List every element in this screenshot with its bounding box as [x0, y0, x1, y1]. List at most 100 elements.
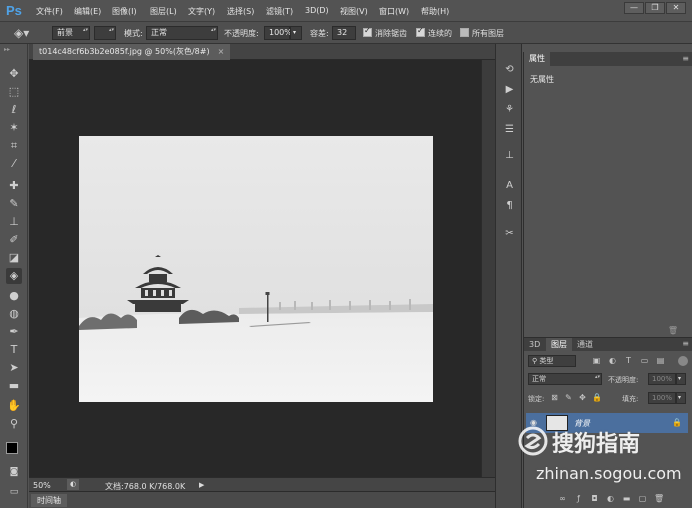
- rectangle-shape-icon[interactable]: ▬: [6, 378, 22, 394]
- actions-panel-icon[interactable]: ▶: [502, 82, 517, 97]
- opacity-label: 不透明度:: [224, 29, 259, 38]
- tab-channels[interactable]: 通道: [572, 338, 598, 351]
- document-tab[interactable]: t014c48cf6b3b2e085f.jpg @ 50%(灰色/8#) ×: [33, 44, 231, 60]
- menu-edit[interactable]: 编辑(E): [74, 6, 101, 17]
- watermark-brand: 搜狗指南: [552, 432, 641, 457]
- menu-select[interactable]: 选择(S): [227, 6, 254, 17]
- layers-panel-menu-icon[interactable]: ≡: [682, 339, 689, 348]
- marquee-icon[interactable]: ⬚: [6, 84, 22, 100]
- paint-bucket-icon[interactable]: ◈: [6, 268, 22, 284]
- quick-mask-icon[interactable]: ◙: [6, 464, 22, 480]
- antialias-checkbox[interactable]: [363, 26, 372, 37]
- path-selection-icon[interactable]: ➤: [6, 360, 22, 376]
- eraser-icon[interactable]: ◪: [6, 250, 22, 266]
- menu-file[interactable]: 文件(F): [36, 6, 63, 17]
- fill-source-select[interactable]: 前景: [52, 26, 90, 40]
- menu-view[interactable]: 视图(V): [340, 6, 368, 17]
- dodge-icon[interactable]: ◍: [6, 306, 22, 322]
- tab-properties[interactable]: 属性: [524, 52, 550, 66]
- brush-presets-icon[interactable]: ⚘: [502, 102, 517, 117]
- blur-icon[interactable]: ●: [6, 288, 22, 304]
- filter-smart-object-icon[interactable]: ▤: [656, 356, 665, 365]
- clone-stamp-icon[interactable]: ⊥: [6, 214, 22, 230]
- adjustments-panel-icon[interactable]: ✂: [502, 226, 517, 241]
- foreground-color-swatch[interactable]: [6, 442, 18, 454]
- menu-type[interactable]: 文字(Y): [188, 6, 215, 17]
- filter-toggle-switch[interactable]: [678, 356, 688, 366]
- filter-shape-icon[interactable]: ▭: [640, 356, 649, 365]
- status-menu-arrow-icon[interactable]: ▶: [199, 481, 204, 489]
- history-panel-icon[interactable]: ⟲: [502, 62, 517, 77]
- blend-mode-select[interactable]: 正常: [528, 373, 602, 385]
- close-tab-icon[interactable]: ×: [218, 47, 225, 56]
- layer-opacity-dropdown-icon[interactable]: ▾: [676, 373, 686, 385]
- history-brush-icon[interactable]: ✐: [6, 232, 22, 248]
- lock-all-icon[interactable]: 🔒: [592, 393, 602, 402]
- magic-wand-icon[interactable]: ✶: [6, 120, 22, 136]
- tab-layers[interactable]: 图层: [546, 338, 572, 351]
- layer-filter-select[interactable]: ⚲ 类型: [528, 355, 576, 367]
- fill-input[interactable]: 100%: [648, 392, 676, 404]
- contiguous-label: 连续的: [428, 29, 452, 38]
- all-layers-checkbox[interactable]: [460, 28, 469, 37]
- mode-select[interactable]: 正常: [146, 26, 218, 40]
- contiguous-checkbox[interactable]: [416, 26, 425, 37]
- new-group-icon[interactable]: ▬: [622, 494, 631, 503]
- restore-button[interactable]: ❐: [645, 2, 665, 14]
- add-mask-icon[interactable]: ◘: [590, 494, 599, 503]
- zoom-icon[interactable]: ⚲: [6, 416, 22, 432]
- paint-bucket-tool-preset-icon[interactable]: ◈▾: [14, 26, 29, 40]
- timeline-tab[interactable]: 时间轴: [31, 494, 67, 507]
- zoom-level[interactable]: 50%: [33, 481, 51, 490]
- fill-dropdown-icon[interactable]: ▾: [676, 392, 686, 404]
- hand-icon[interactable]: ✋: [6, 398, 22, 414]
- filter-pixel-icon[interactable]: ▣: [592, 356, 601, 365]
- lock-position-icon[interactable]: ✥: [578, 393, 587, 402]
- brush-icon[interactable]: ✎: [6, 196, 22, 212]
- menu-layer[interactable]: 图层(L): [150, 6, 177, 17]
- close-window-button[interactable]: ✕: [666, 2, 686, 14]
- move-icon[interactable]: ✥: [6, 66, 22, 82]
- menu-help[interactable]: 帮助(H): [421, 6, 449, 17]
- pattern-select[interactable]: [94, 26, 116, 40]
- toolbar-collapse-icon[interactable]: ▸▸: [4, 46, 10, 53]
- crop-icon[interactable]: ⌗: [6, 138, 22, 154]
- properties-trash-icon[interactable]: 🗑: [668, 326, 678, 335]
- new-adjustment-layer-icon[interactable]: ◐: [606, 494, 615, 503]
- delete-layer-icon[interactable]: 🗑: [654, 494, 664, 503]
- minimize-button[interactable]: —: [624, 2, 644, 14]
- menu-window[interactable]: 窗口(W): [379, 6, 409, 17]
- paragraph-panel-icon[interactable]: ¶: [502, 198, 517, 213]
- filter-adjustment-icon[interactable]: ◐: [608, 356, 617, 365]
- tolerance-input[interactable]: 32: [332, 26, 356, 40]
- menu-filter[interactable]: 滤镜(T): [266, 6, 293, 17]
- character-panel-icon[interactable]: A: [502, 178, 517, 193]
- document-image[interactable]: [79, 136, 433, 402]
- filter-type-icon[interactable]: T: [624, 356, 633, 365]
- status-options-icon[interactable]: ◐: [67, 479, 79, 490]
- healing-brush-icon[interactable]: ✚: [6, 178, 22, 194]
- screen-mode-icon[interactable]: ▭: [6, 484, 22, 500]
- pen-icon[interactable]: ✒: [6, 324, 22, 340]
- tool-presets-icon[interactable]: ☰: [502, 122, 517, 137]
- vertical-scrollbar[interactable]: [481, 60, 495, 477]
- tab-3d[interactable]: 3D: [524, 338, 545, 351]
- properties-panel: 属性 ≡ 无属性 🗑: [523, 52, 692, 337]
- link-layers-icon[interactable]: ∞: [558, 494, 567, 503]
- layer-style-icon[interactable]: ƒ: [574, 494, 583, 503]
- lock-transparent-icon[interactable]: ⊠: [550, 393, 559, 402]
- menu-3d[interactable]: 3D(D): [305, 6, 329, 15]
- opacity-input[interactable]: 100%: [264, 26, 292, 40]
- type-icon[interactable]: T: [6, 342, 22, 358]
- opacity-dropdown-icon[interactable]: ▾: [290, 26, 302, 40]
- new-layer-icon[interactable]: ▢: [638, 494, 647, 503]
- tools-panel: ▸▸ ✥ ⬚ ℓ ✶ ⌗ ⁄ ✚ ✎ ⊥ ✐ ◪ ◈ ● ◍ ✒ T ➤ ▬ ✋ ⚲ ◙ ▭: [0, 44, 28, 508]
- panel-menu-icon[interactable]: ≡: [682, 54, 689, 63]
- eyedropper-icon[interactable]: ⁄: [6, 156, 22, 172]
- watermark-url: zhinan.sogou.com: [536, 464, 682, 483]
- layer-opacity-input[interactable]: 100%: [648, 373, 676, 385]
- lasso-icon[interactable]: ℓ: [6, 102, 22, 118]
- lock-image-icon[interactable]: ✎: [564, 393, 573, 402]
- clone-source-icon[interactable]: ⊥: [502, 148, 517, 163]
- menu-image[interactable]: 图像(I): [112, 6, 137, 17]
